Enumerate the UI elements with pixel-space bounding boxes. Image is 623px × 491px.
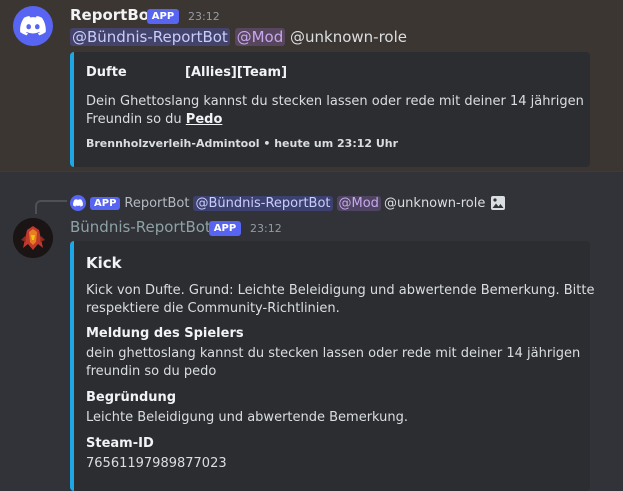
discord-small-icon [70,195,86,211]
embed-bold-word: Pedo [185,112,223,127]
divider [0,171,623,172]
author-name[interactable]: Bündnis-ReportBot [70,218,211,236]
mention-mod[interactable]: @Mod [336,195,381,211]
embed-field-name: Meldung des Spielers [86,326,244,341]
bot-avatar[interactable] [13,218,53,258]
embed-field-value: [Allies][Team] [185,65,288,80]
embed-2: Kick Kick von Dufte. Grund: Leichte Bele… [70,241,594,491]
embed-title: Kick [86,254,122,272]
mention-unknown-role[interactable]: @unknown-role [384,196,485,211]
embed-field-name: Dufte [86,65,127,80]
reply-connector [35,200,67,214]
app-badge: APP [209,221,241,236]
embed-field-value: dein ghettoslang kannst du stecken lasse… [86,346,581,361]
embed-footer: Brennholzverleih-Admintool • heute um 23… [86,137,399,150]
image-icon [490,195,506,211]
embed-description: respektiere die Community-Richtlinien. [86,301,340,316]
message-content: @Bündnis-ReportBot @Mod @unknown-role [70,28,407,46]
embed-field-name: Steam-ID [86,436,154,451]
timestamp[interactable]: 23:12 [188,10,220,23]
mention-bot[interactable]: @Bündnis-ReportBot [193,195,333,211]
reply-preview[interactable]: APP ReportBot @Bündnis-ReportBot @Mod @u… [70,193,506,213]
mention-bot[interactable]: @Bündnis-ReportBot [70,28,230,46]
embed-field-value: 76561197989877023 [86,456,227,471]
embed-body-line: Dein Ghettoslang kannst du stecken lasse… [86,94,584,109]
embed-description: Kick von Dufte. Grund: Leichte Beleidigu… [86,283,595,298]
mention-unknown-role[interactable]: @unknown-role [290,28,407,46]
embed-body-line: Freundin so du Pedo [86,112,223,127]
app-badge: APP [147,9,179,24]
mention-mod[interactable]: @Mod [234,28,286,46]
embed-field-value: Leichte Beleidigung und abwertende Bemer… [86,410,409,425]
app-badge: APP [90,196,121,210]
timestamp[interactable]: 23:12 [250,222,282,235]
embed-field-value: freundin so du pedo [86,364,217,379]
discord-logo-icon[interactable] [13,6,53,46]
author-name[interactable]: ReportBot [70,6,156,24]
reply-author[interactable]: ReportBot [124,196,189,211]
embed-field-name: Begründung [86,390,177,405]
embed-1: Dufte [Allies][Team] Dein Ghettoslang ka… [70,52,590,167]
